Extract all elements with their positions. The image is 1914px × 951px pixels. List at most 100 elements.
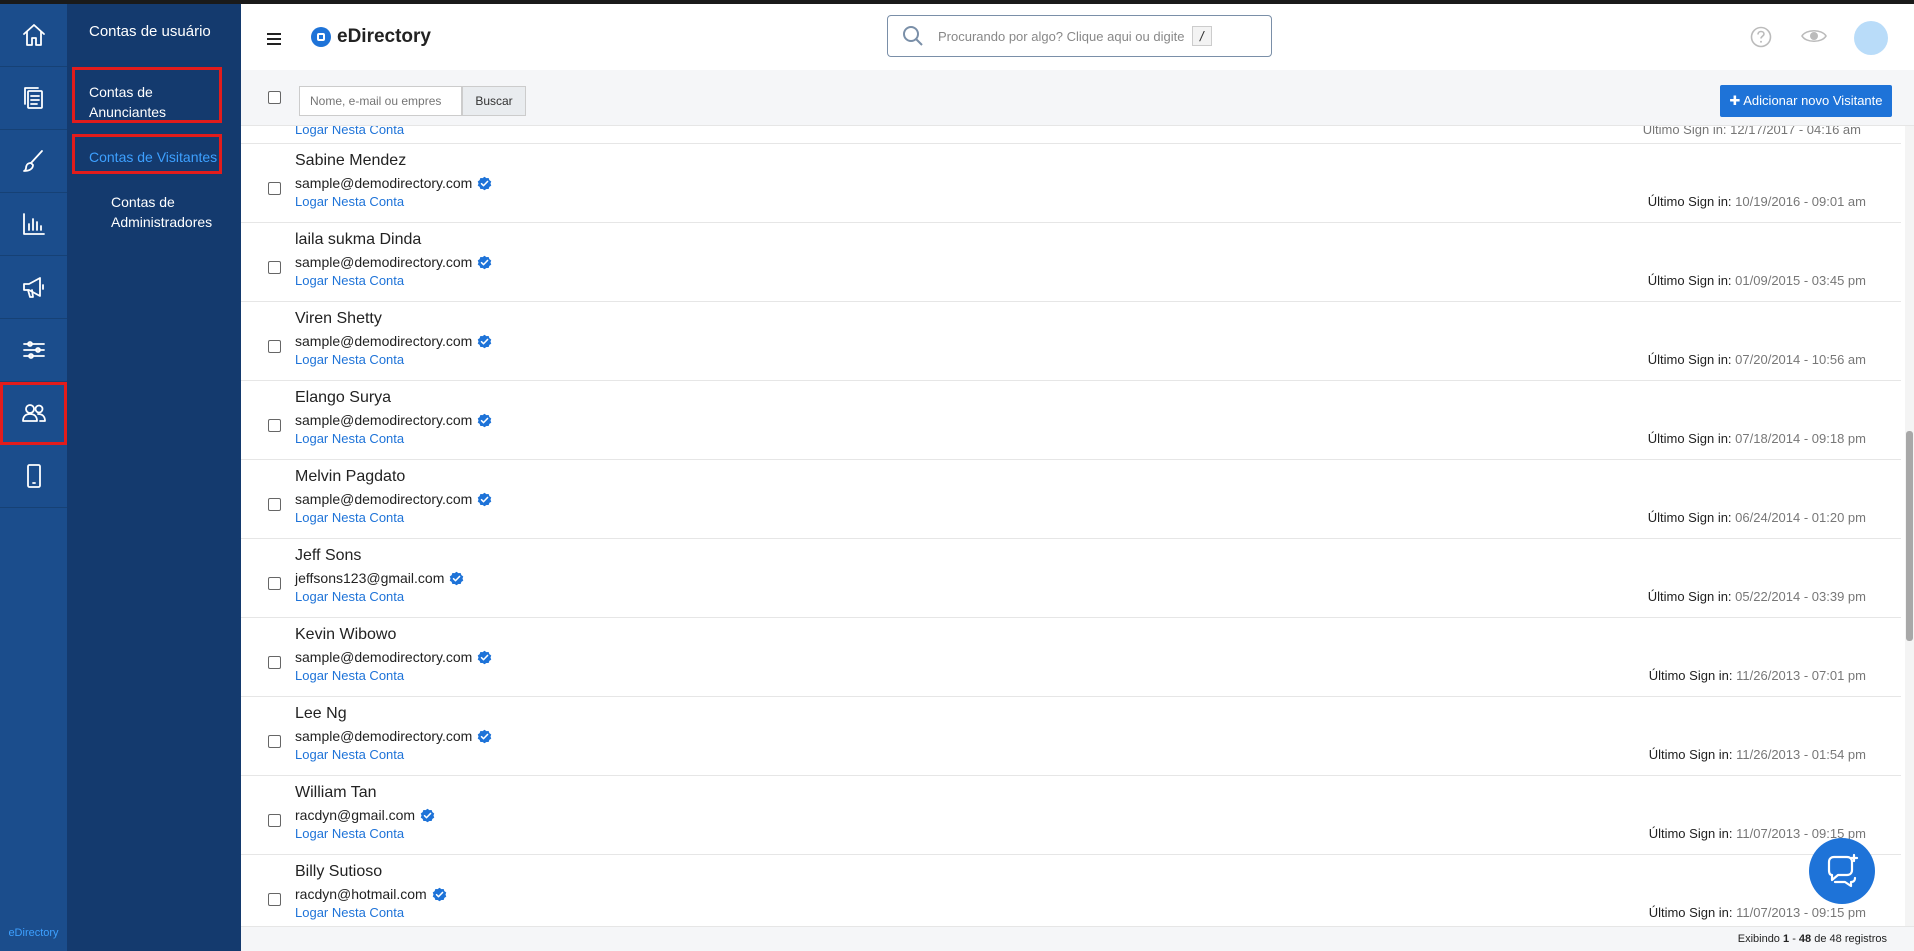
- login-as-link[interactable]: Logar Nesta Conta: [295, 510, 404, 525]
- last-sign-in-label: Último Sign in:: [1647, 431, 1732, 446]
- app-logo[interactable]: eDirectory: [311, 26, 431, 48]
- login-as-link[interactable]: Logar Nesta Conta: [295, 668, 404, 683]
- rail-promotion[interactable]: [0, 256, 67, 319]
- subnav-item-anunciantes[interactable]: Contas de Anunciantes: [72, 67, 222, 123]
- user-name: Melvin Pagdato: [295, 468, 406, 485]
- last-sign-in-label: Último Sign in:: [1648, 905, 1733, 920]
- login-as-link[interactable]: Logar Nesta Conta: [295, 826, 404, 841]
- rail-home[interactable]: [0, 4, 67, 67]
- chat-icon: [1827, 853, 1859, 888]
- table-row: Melvin Pagdato sample@demodirectory.com Lo…: [241, 460, 1901, 539]
- last-sign-in: Último Sign in: 07/20/2014 - 10:56 am: [1648, 352, 1866, 367]
- last-sign-in-value: 11/26/2013 - 01:54 pm: [1736, 747, 1866, 762]
- last-sign-in: Último Sign in: 01/09/2015 - 03:45 pm: [1648, 273, 1866, 288]
- user-email: sample@demodirectory.com: [295, 254, 473, 270]
- chat-widget-button[interactable]: [1809, 838, 1875, 904]
- login-as-link[interactable]: Logar Nesta Conta: [295, 589, 404, 604]
- row-checkbox[interactable]: [268, 498, 281, 511]
- scrollbar-thumb[interactable]: [1906, 431, 1913, 641]
- pages-icon: [23, 87, 43, 109]
- megaphone-icon: [22, 277, 44, 298]
- verified-icon: [478, 334, 492, 348]
- help-icon[interactable]: [1750, 26, 1772, 48]
- verified-icon: [478, 176, 492, 190]
- subnav-item-administradores[interactable]: Contas de Administradores: [89, 192, 239, 232]
- select-all-checkbox[interactable]: [268, 91, 281, 104]
- last-sign-in-value: 01/09/2015 - 03:45 pm: [1735, 273, 1866, 288]
- user-email-line: sample@demodirectory.com: [295, 728, 492, 744]
- last-sign-in: Último Sign in: 05/22/2014 - 03:39 pm: [1648, 589, 1866, 604]
- login-as-link[interactable]: Logar Nesta Conta: [295, 126, 404, 137]
- table-row: William Tan racdyn@gmail.com Logar Nesta C…: [241, 776, 1901, 855]
- pagination-to: 48: [1798, 933, 1812, 945]
- user-email-line: sample@demodirectory.com: [295, 333, 492, 349]
- user-email: jeffsons123@gmail.com: [295, 570, 445, 586]
- search-placeholder: Procurando por algo? Clique aqui ou digi…: [938, 28, 1185, 44]
- last-sign-in: Último Sign in: 11/26/2013 - 01:54 pm: [1649, 747, 1866, 762]
- rail-pages[interactable]: [0, 67, 67, 130]
- verified-icon: [478, 729, 492, 743]
- rail-brand: eDirectory: [8, 927, 59, 939]
- login-as-link[interactable]: Logar Nesta Conta: [295, 905, 404, 920]
- add-visitor-button[interactable]: ✚ Adicionar novo Visitante: [1720, 85, 1892, 117]
- subnav-item-visitantes[interactable]: Contas de Visitantes: [72, 134, 222, 174]
- list-scrollbar[interactable]: [1905, 126, 1914, 926]
- login-as-link[interactable]: Logar Nesta Conta: [295, 273, 404, 288]
- last-sign-in-value: 11/07/2013 - 09:15 pm: [1736, 905, 1866, 920]
- row-checkbox[interactable]: [268, 419, 281, 432]
- table-row: Billy Sutioso racdyn@hotmail.com Logar Nes…: [241, 855, 1901, 926]
- table-row: Logar Nesta Conta Último Sign in: 12/17/…: [241, 126, 1901, 144]
- login-as-link[interactable]: Logar Nesta Conta: [295, 352, 404, 367]
- users-subnav: Contas de usuário Contas de Anunciantes …: [67, 4, 241, 951]
- rail-users[interactable]: [0, 382, 67, 445]
- login-as-link[interactable]: Logar Nesta Conta: [295, 747, 404, 762]
- user-email: sample@demodirectory.com: [295, 333, 473, 349]
- last-sign-in-label: Último Sign in:: [1647, 194, 1732, 209]
- user-email: racdyn@hotmail.com: [295, 886, 427, 902]
- row-checkbox[interactable]: [268, 735, 281, 748]
- home-icon: [22, 24, 45, 46]
- user-email: sample@demodirectory.com: [295, 412, 473, 428]
- user-email: sample@demodirectory.com: [295, 175, 473, 191]
- user-email-line: sample@demodirectory.com: [295, 491, 492, 507]
- search-icon: [903, 26, 923, 46]
- verified-icon: [450, 571, 464, 585]
- user-email: racdyn@gmail.com: [295, 807, 416, 823]
- rail-reports[interactable]: [0, 193, 67, 256]
- table-row: Elango Surya sample@demodirectory.com Loga…: [241, 381, 1901, 460]
- filter-search-button[interactable]: Buscar: [462, 86, 526, 116]
- row-checkbox[interactable]: [268, 261, 281, 274]
- user-email: sample@demodirectory.com: [295, 728, 473, 744]
- last-sign-in-value: 07/20/2014 - 10:56 am: [1735, 352, 1866, 367]
- pagination-from: 1: [1783, 933, 1790, 945]
- logo-mark-icon: [311, 27, 331, 47]
- row-checkbox[interactable]: [268, 577, 281, 590]
- last-sign-in-value: 11/26/2013 - 07:01 pm: [1736, 668, 1866, 683]
- rail-mobile[interactable]: [0, 445, 67, 508]
- plus-icon: ✚: [1729, 93, 1744, 108]
- user-email-line: sample@demodirectory.com: [295, 175, 492, 191]
- table-row: laila sukma Dinda sample@demodirectory.co…: [241, 223, 1901, 302]
- row-checkbox[interactable]: [268, 893, 281, 906]
- rail-settings[interactable]: [0, 319, 67, 382]
- rail-design[interactable]: [0, 130, 67, 193]
- last-sign-in-label: Último Sign in:: [1648, 826, 1733, 841]
- user-email-line: sample@demodirectory.com: [295, 649, 492, 665]
- icon-rail: eDirectory: [0, 4, 67, 951]
- global-search-input[interactable]: Procurando por algo? Clique aqui ou digi…: [887, 15, 1272, 57]
- row-checkbox[interactable]: [268, 340, 281, 353]
- user-avatar[interactable]: [1854, 21, 1888, 55]
- verified-icon: [478, 650, 492, 664]
- users-icon: [21, 404, 46, 422]
- pagination-info: Exibindo 1 - 48 de 48 registros: [1738, 933, 1887, 945]
- eye-icon[interactable]: [1801, 26, 1827, 46]
- menu-toggle-icon[interactable]: [267, 33, 281, 48]
- filter-input[interactable]: [299, 86, 462, 116]
- login-as-link[interactable]: Logar Nesta Conta: [295, 431, 404, 446]
- last-sign-in-label: Último Sign in:: [1647, 352, 1732, 367]
- row-checkbox[interactable]: [268, 814, 281, 827]
- table-row: Kevin Wibowo sample@demodirectory.com Loga…: [241, 618, 1901, 697]
- row-checkbox[interactable]: [268, 182, 281, 195]
- login-as-link[interactable]: Logar Nesta Conta: [295, 194, 404, 209]
- row-checkbox[interactable]: [268, 656, 281, 669]
